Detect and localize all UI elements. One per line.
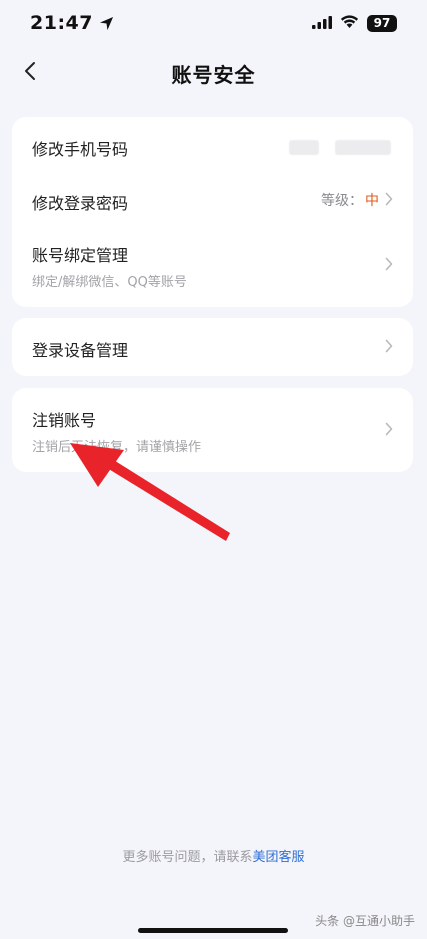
nav-bar: 账号安全: [0, 48, 427, 98]
cancel-account-subtitle: 注销后无法恢复，请谨慎操作: [32, 440, 202, 455]
watermark: 头条 @互通小助手: [315, 914, 415, 928]
status-left: 21:47: [30, 12, 114, 34]
masked-phone-number: [289, 140, 391, 155]
blurred-digits-1: [289, 140, 319, 155]
chevron-right-icon: [385, 257, 393, 271]
cellular-signal-icon: [312, 14, 332, 33]
device-management-label: 登录设备管理: [32, 341, 129, 360]
account-settings-card: 修改手机号码 修改登录密码 等级：中 账号绑定管理 绑定/解绑微信、QQ等账号: [12, 117, 413, 307]
device-management-row[interactable]: 登录设备管理: [12, 318, 413, 376]
customer-service-link[interactable]: 美团客服: [253, 850, 305, 865]
change-phone-label: 修改手机号码: [32, 140, 129, 159]
change-password-label: 修改登录密码: [32, 194, 129, 213]
back-button[interactable]: [10, 53, 50, 93]
cancel-account-label: 注销账号: [32, 411, 97, 430]
blurred-digits-2: [335, 140, 391, 155]
account-binding-subtitle: 绑定/解绑微信、QQ等账号: [32, 275, 187, 290]
screen: 21:47 97 账号安全 修改手机号码 修改登录密码 等级： 中 账号绑定管理…: [0, 0, 427, 939]
wifi-icon: [340, 14, 359, 33]
status-right: 97: [312, 14, 397, 33]
account-binding-row[interactable]: 账号绑定管理 绑定/解绑微信、QQ等账号: [12, 225, 413, 307]
device-management-card: 登录设备管理: [12, 318, 413, 376]
location-arrow-icon: [99, 16, 114, 31]
chevron-right-icon: [385, 339, 393, 353]
battery-indicator: 97: [367, 14, 397, 32]
cancel-account-row[interactable]: 注销账号 注销后无法恢复，请谨慎操作: [12, 388, 413, 472]
footer-help: 更多账号问题，请联系美团客服: [0, 846, 427, 865]
cancel-account-card: 注销账号 注销后无法恢复，请谨慎操作: [12, 388, 413, 472]
chevron-left-icon: [23, 61, 37, 85]
footer-help-text: 更多账号问题，请联系: [122, 850, 253, 865]
chevron-right-icon: [385, 422, 393, 436]
status-bar: 21:47 97: [0, 0, 427, 46]
status-time: 21:47: [30, 12, 93, 34]
password-level-prefix: 等级：: [321, 193, 363, 209]
change-password-row[interactable]: 修改登录密码 等级：中: [12, 175, 413, 225]
account-binding-label: 账号绑定管理: [32, 246, 129, 265]
change-phone-row[interactable]: 修改手机号码: [12, 117, 413, 175]
chevron-right-icon: [385, 192, 393, 206]
home-indicator: [138, 928, 288, 933]
password-level: 等级：中: [321, 190, 379, 210]
password-level-value: 中: [365, 193, 379, 209]
page-title: 账号安全: [171, 62, 256, 87]
